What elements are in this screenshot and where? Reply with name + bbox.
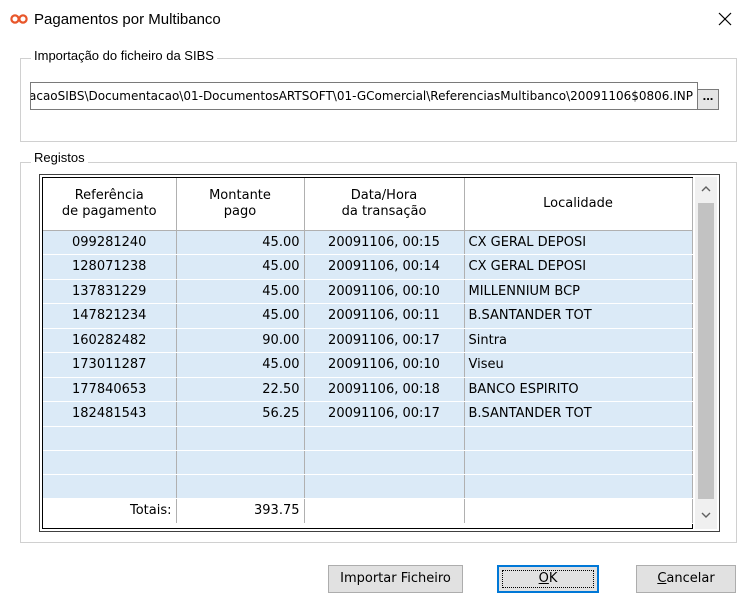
import-group-label: Importação do ficheiro da SIBS [31, 48, 217, 63]
cell-datetime: 20091106, 00:10 [304, 279, 465, 304]
cell-amount: 22.50 [176, 377, 305, 402]
cell-reference: 173011287 [43, 352, 177, 378]
cell-reference: 128071238 [43, 254, 177, 280]
cell-amount: 90.00 [176, 328, 305, 353]
cell-datetime: 20091106, 00:14 [304, 254, 465, 280]
cell-location: CX GERAL DEPOSI [464, 230, 693, 255]
window-title: Pagamentos por Multibanco [34, 11, 221, 28]
cell-amount: 45.00 [176, 254, 305, 280]
cell-amount: 45.00 [176, 279, 305, 304]
file-path-value: DocumentacaoSIBS\Documentacao\01-Documen… [30, 89, 693, 103]
records-group-label: Registos [31, 150, 88, 165]
totals-value: 393.75 [176, 497, 305, 524]
cell-location: B.SANTANDER TOT [464, 303, 693, 329]
column-header-reference[interactable]: Referência de pagamento [43, 178, 177, 231]
cell-datetime: 20091106, 00:17 [304, 328, 465, 353]
scrollbar-thumb[interactable] [698, 203, 714, 499]
import-file-button[interactable]: Importar Ficheiro [328, 565, 463, 593]
cancel-button[interactable]: Cancelar [636, 565, 736, 593]
cell-location: BANCO ESPIRITO [464, 377, 693, 402]
browse-button[interactable]: ... [697, 89, 719, 110]
title-bar: Pagamentos por Multibanco [0, 0, 741, 40]
cell-reference: 137831229 [43, 279, 177, 304]
cell-location: Sintra [464, 328, 693, 353]
totals-row: Totais: 393.75 [43, 497, 693, 524]
vertical-scrollbar[interactable] [695, 177, 717, 529]
table-row[interactable]: 147821234 45.00 20091106, 00:11 B.SANTAN… [43, 303, 693, 329]
focus-rectangle [502, 570, 594, 588]
cell-amount: 45.00 [176, 230, 305, 255]
cell-reference: 182481543 [43, 401, 177, 427]
cell-location: Viseu [464, 352, 693, 378]
table-row[interactable]: 128071238 45.00 20091106, 00:14 CX GERAL… [43, 254, 693, 280]
cell-reference: 099281240 [43, 230, 177, 255]
cell-datetime: 20091106, 00:18 [304, 377, 465, 402]
scroll-up-arrow-icon[interactable] [695, 177, 717, 201]
table-row[interactable]: 173011287 45.00 20091106, 00:10 Viseu [43, 352, 693, 378]
cell-reference: 177840653 [43, 377, 177, 402]
multibanco-logo-icon [10, 14, 28, 24]
table-header-row: Referência de pagamento Montante pago Data… [43, 178, 693, 231]
cell-location: MILLENNIUM BCP [464, 279, 693, 304]
column-header-datetime[interactable]: Data/Hora da transação [304, 178, 465, 231]
cell-reference: 160282482 [43, 328, 177, 353]
table-row[interactable]: 177840653 22.50 20091106, 00:18 BANCO ES… [43, 377, 693, 402]
close-icon[interactable] [714, 8, 736, 30]
table-row-empty[interactable] [43, 474, 693, 499]
table-row[interactable]: 182481543 56.25 20091106, 00:17 B.SANTAN… [43, 401, 693, 427]
cell-amount: 45.00 [176, 303, 305, 329]
records-table: Referência de pagamento Montante pago Data… [43, 178, 693, 524]
cell-location: CX GERAL DEPOSI [464, 254, 693, 280]
table-row-empty[interactable] [43, 426, 693, 451]
cell-amount: 45.00 [176, 352, 305, 378]
records-grid[interactable]: Referência de pagamento Montante pago Data… [39, 174, 720, 532]
cell-datetime: 20091106, 00:15 [304, 230, 465, 255]
ok-button[interactable]: OK [497, 565, 599, 593]
totals-label: Totais: [43, 497, 177, 524]
table-row[interactable]: 160282482 90.00 20091106, 00:17 Sintra [43, 328, 693, 353]
file-path-field[interactable]: DocumentacaoSIBS\Documentacao\01-Documen… [30, 82, 698, 110]
table-row-empty[interactable] [43, 450, 693, 475]
column-header-location[interactable]: Localidade [464, 178, 693, 231]
scroll-down-arrow-icon[interactable] [695, 503, 717, 527]
table-row[interactable]: 099281240 45.00 20091106, 00:15 CX GERAL… [43, 230, 693, 255]
cell-location: B.SANTANDER TOT [464, 401, 693, 427]
cell-datetime: 20091106, 00:10 [304, 352, 465, 378]
table-row[interactable]: 137831229 45.00 20091106, 00:10 MILLENNI… [43, 279, 693, 304]
cell-reference: 147821234 [43, 303, 177, 329]
column-header-amount[interactable]: Montante pago [176, 178, 305, 231]
cell-datetime: 20091106, 00:11 [304, 303, 465, 329]
cell-amount: 56.25 [176, 401, 305, 427]
cell-datetime: 20091106, 00:17 [304, 401, 465, 427]
records-table-area: Referência de pagamento Montante pago Data… [42, 177, 693, 529]
